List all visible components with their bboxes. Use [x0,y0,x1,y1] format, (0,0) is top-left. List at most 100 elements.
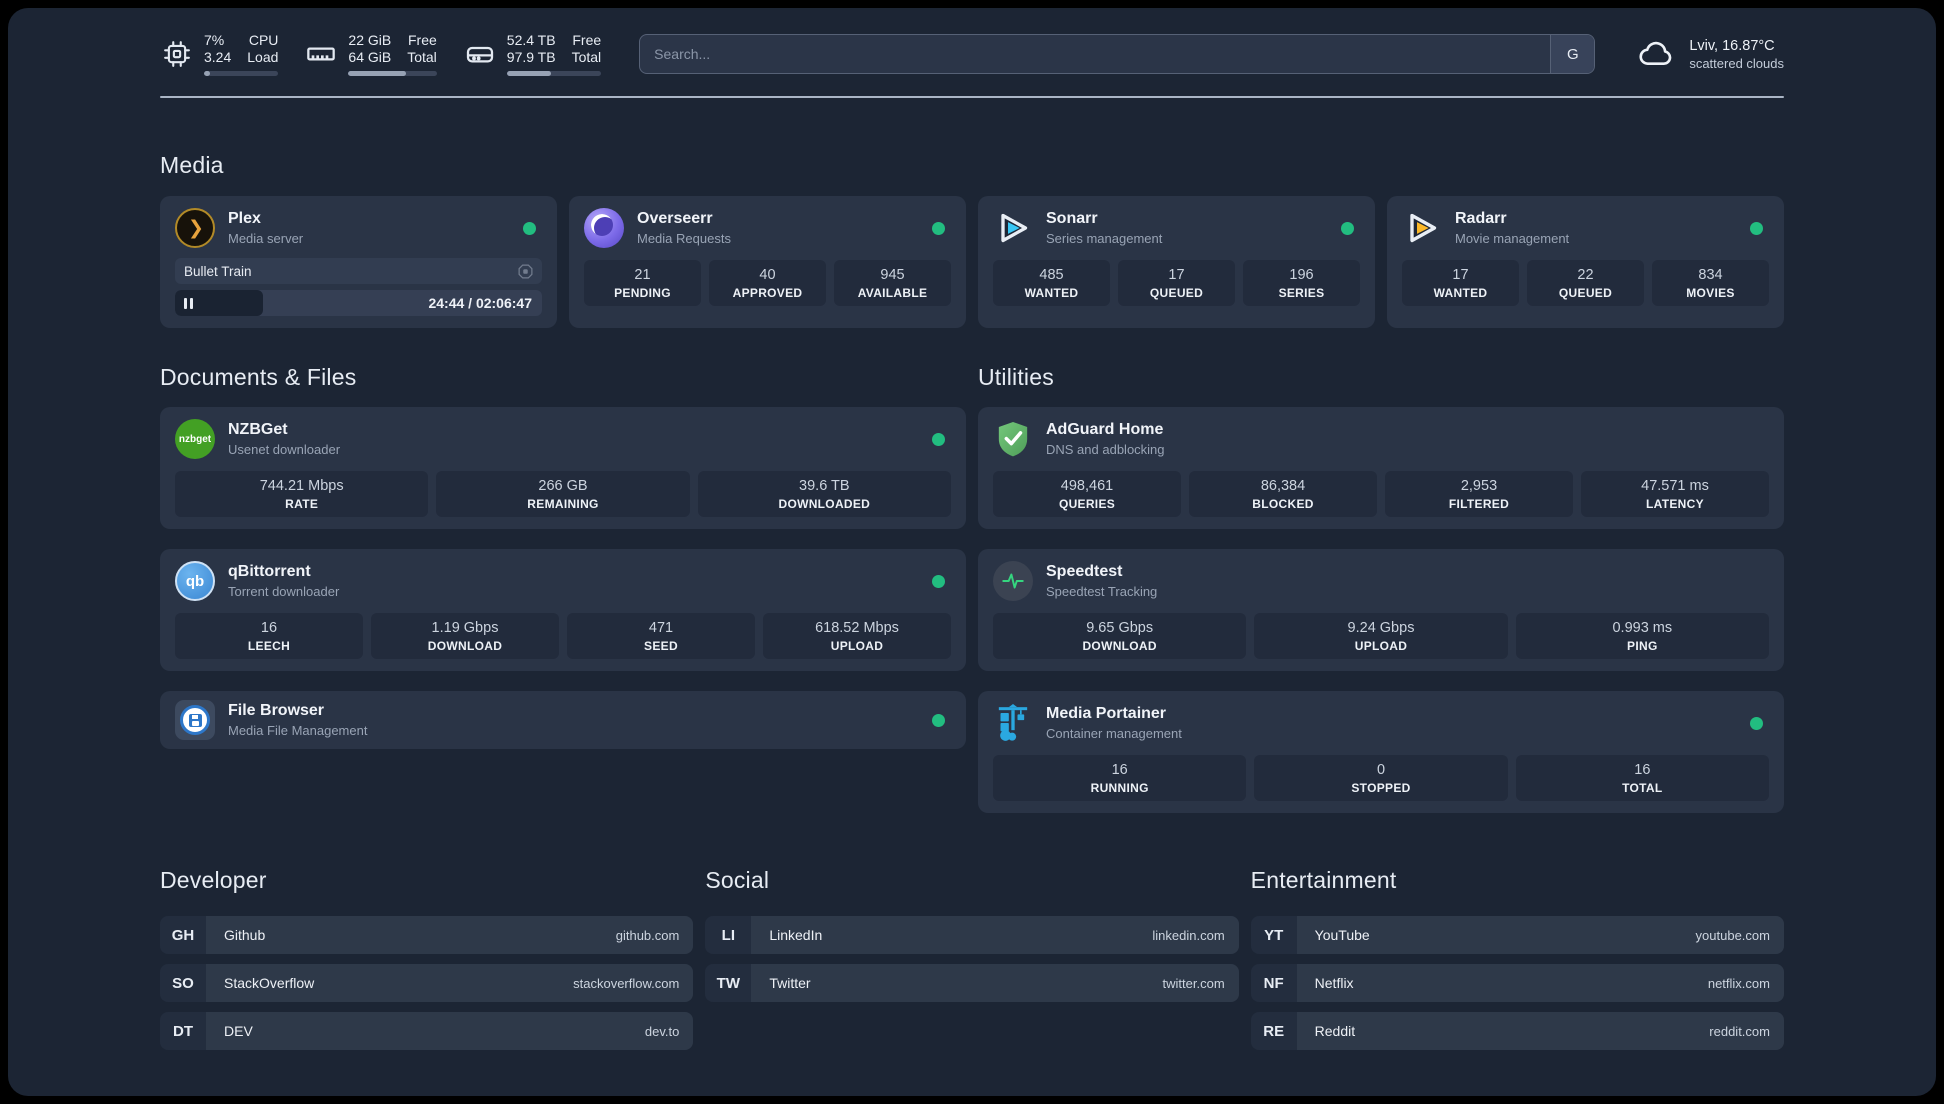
stat-tile: 0.993 ms PING [1515,613,1769,659]
stat-tile: 16 RUNNING [993,755,1247,801]
link-name: Netflix [1314,975,1354,991]
social-links: Social LI LinkedIn linkedin.com TW Twitte… [705,867,1239,1060]
link-linkedin[interactable]: LI LinkedIn linkedin.com [705,916,1239,954]
link-abbr-badge: RE [1250,1012,1297,1050]
stat-tile: 21 PENDING [584,260,701,306]
stat-tile: 1.19 Gbps DOWNLOAD [371,613,559,659]
status-dot [1750,716,1763,730]
status-dot [932,574,945,588]
status-dot [1341,221,1354,235]
system-stats: 7% 3.24 CPU Load 22 GiB 64 GiB Free Total [160,32,602,76]
search-input[interactable] [640,35,1551,73]
app-card-speedtest[interactable]: Speedtest Speedtest Tracking 9.65 Gbps DO… [978,549,1784,671]
link-abbr-badge: TW [705,964,752,1002]
speedtest-icon [993,561,1033,601]
app-card-adguard[interactable]: AdGuard Home DNS and adblocking 498,461 Q… [978,407,1784,529]
link-twitter[interactable]: TW Twitter twitter.com [705,964,1239,1002]
developer-links: Developer GH Github github.com SO StackOv… [160,867,694,1060]
utilities-column: Utilities AdGuard Home DNS and adblockin… [978,364,1784,833]
app-subtitle: Torrent downloader [228,584,340,599]
app-subtitle: Movie management [1455,231,1570,246]
link-stackoverflow[interactable]: SO StackOverflow stackoverflow.com [160,964,694,1002]
status-dot [932,221,945,235]
pause-icon [184,297,193,309]
link-url: github.com [615,927,680,943]
stat-tile: 0 STOPPED [1254,755,1508,801]
app-card-portainer[interactable]: Media Portainer Container management 16 R… [978,691,1784,813]
dashboard-panel: 7% 3.24 CPU Load 22 GiB 64 GiB Free Total [8,8,1936,1096]
storage-icon [463,37,497,71]
weather-location: Lviv, 16.87°C [1689,37,1775,54]
stat-tile: 945 AVAILABLE [834,260,951,306]
app-card-radarr[interactable]: Radarr Movie management 17 WANTED 22 QUEUE… [1387,196,1784,328]
memory-stat: 22 GiB 64 GiB Free Total [304,32,437,76]
status-dot [523,221,536,235]
app-subtitle: DNS and adblocking [1046,442,1165,457]
cloud-icon [1635,33,1677,75]
link-reddit[interactable]: RE Reddit reddit.com [1250,1012,1784,1050]
link-url: twitter.com [1162,975,1225,991]
link-name: YouTube [1314,927,1370,943]
entertainment-links: Entertainment YT YouTube youtube.com NF N… [1250,867,1784,1060]
stat-label: Total [571,49,602,65]
stat-label: Free [572,32,602,48]
link-abbr-badge: GH [160,916,206,954]
link-abbr-badge: NF [1250,964,1297,1002]
app-subtitle: Media server [228,231,304,246]
app-subtitle: Series management [1046,231,1163,246]
memory-progress-bar [348,71,437,76]
stat-label: Load [247,49,279,65]
app-title: Overseerr [637,210,713,227]
link-url: linkedin.com [1152,927,1225,943]
stat-tile: 485 WANTED [993,260,1110,306]
link-github[interactable]: GH Github github.com [160,916,694,954]
status-dot [932,432,945,446]
media-card-grid: ❯ Plex Media server Bullet Train 24:44 /… [160,196,1784,328]
app-card-nzbget[interactable]: nzbget NZBGet Usenet downloader 744.21 M… [160,407,966,529]
app-card-qbittorrent[interactable]: qb qBittorrent Torrent downloader 16 LEEC… [160,549,966,671]
app-title: AdGuard Home [1046,421,1164,438]
search-provider-button[interactable]: G [1550,35,1595,73]
stat-tile: 266 GB REMAINING [436,471,690,517]
link-abbr-badge: LI [705,916,752,954]
app-card-plex[interactable]: ❯ Plex Media server Bullet Train 24:44 /… [160,196,557,328]
app-card-sonarr[interactable]: Sonarr Series management 485 WANTED 17 QUE… [978,196,1375,328]
link-netflix[interactable]: NF Netflix netflix.com [1250,964,1784,1002]
cpu-stat: 7% 3.24 CPU Load [160,32,279,76]
weather-widget: Lviv, 16.87°C scattered clouds [1635,33,1784,75]
plex-icon: ❯ [175,208,215,248]
dashboard-page: 7% 3.24 CPU Load 22 GiB 64 GiB Free Total [0,0,1944,1104]
link-youtube[interactable]: YT YouTube youtube.com [1250,916,1784,954]
app-title: Media Portainer [1046,705,1167,722]
link-url: reddit.com [1709,1023,1770,1039]
link-dev-to[interactable]: DT DEV dev.to [160,1012,694,1050]
link-name: Twitter [769,975,811,991]
stat-tile: 17 WANTED [1402,260,1519,306]
section-heading-social: Social [705,867,770,893]
link-abbr-badge: SO [160,964,206,1002]
stat-tile: 9.24 Gbps UPLOAD [1254,613,1508,659]
sonarr-icon [993,208,1033,248]
cast-icon [518,264,533,279]
status-dot [1750,221,1763,235]
stat-tile: 39.6 TB DOWNLOADED [697,471,951,517]
app-card-overseerr[interactable]: Overseerr Media Requests 21 PENDING 40 APP… [569,196,966,328]
section-heading-documents: Documents & Files [160,364,357,390]
portainer-icon [993,703,1033,743]
storage-progress-bar [506,71,602,76]
app-subtitle: Usenet downloader [228,442,341,457]
app-title: File Browser [228,702,325,719]
cpu-icon [160,37,194,71]
link-url: youtube.com [1695,927,1770,943]
link-name: Github [224,927,266,943]
qbittorrent-icon: qb [175,561,215,601]
app-title: NZBGet [228,421,288,438]
stat-label: Total [407,49,437,65]
app-card-filebrowser[interactable]: File Browser Media File Management [160,691,966,749]
stat-tile: 834 MOVIES [1652,260,1769,306]
stat-label: CPU [248,32,279,48]
link-name: LinkedIn [769,927,823,943]
stat-tile: 618.52 Mbps UPLOAD [763,613,951,659]
playback-progress: 24:44 / 02:06:47 [175,290,542,316]
stat-value: 3.24 [204,49,232,65]
